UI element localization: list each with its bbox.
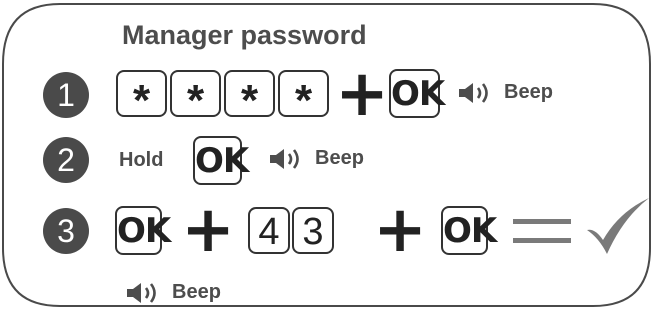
star-key-3: *	[224, 70, 275, 125]
step-number-1: 1	[43, 72, 89, 118]
ok-key: OK	[193, 136, 249, 185]
speaker-icon	[459, 82, 488, 103]
beep-label: Beep	[172, 281, 221, 303]
beep-indicator: Beep	[127, 281, 221, 304]
step-number-3: 3	[43, 208, 89, 254]
plus-sign: +	[335, 57, 389, 131]
ok-key: OK	[389, 69, 445, 118]
digit-key-4: 4	[248, 207, 290, 254]
checkmark-icon	[587, 198, 649, 254]
hold-label: Hold	[119, 149, 164, 171]
beep-indicator: Beep	[270, 147, 364, 170]
page-title: Manager password	[122, 20, 367, 50]
beep-label: Beep	[504, 81, 553, 103]
star-key-1: *	[116, 70, 167, 125]
plus-sign: +	[181, 193, 235, 267]
ok-key: OK	[441, 206, 497, 255]
equals-icon	[513, 219, 571, 243]
beep-label: Beep	[315, 147, 364, 169]
beep-indicator: Beep	[459, 81, 553, 104]
digit-key-3: 3	[292, 207, 334, 254]
speaker-icon	[270, 148, 299, 169]
ok-key: OK	[115, 206, 171, 255]
plus-sign: +	[373, 193, 427, 267]
speaker-icon	[127, 282, 156, 303]
step-number-2: 2	[43, 137, 89, 183]
star-key-2: *	[170, 70, 221, 125]
star-key-4: *	[278, 70, 329, 125]
